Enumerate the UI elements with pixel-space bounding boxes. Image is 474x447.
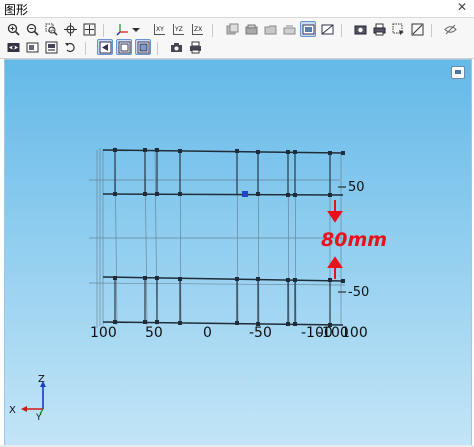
snap-icon[interactable] [410, 22, 425, 37]
printer-icon[interactable] [188, 40, 203, 55]
zoom-in-icon[interactable] [6, 22, 21, 37]
toolbar-separator [431, 24, 432, 37]
svg-text:YZ: YZ [174, 26, 183, 33]
view-xy-icon[interactable]: XY [152, 22, 167, 37]
dimension-label: 80mm [321, 229, 387, 251]
axis-triad-icon[interactable] [115, 22, 130, 37]
graphics-toolbar: XY YZ ZX [0, 18, 474, 59]
display-settings-icon[interactable] [25, 40, 40, 55]
toolbar-separator [341, 24, 342, 37]
zoom-out-icon[interactable] [25, 22, 40, 37]
svg-text:XY: XY [156, 26, 164, 33]
chevron-down-icon[interactable] [131, 22, 141, 37]
folder-icon[interactable] [263, 22, 278, 37]
wireframe-icon[interactable] [116, 39, 132, 55]
view-yz-icon[interactable]: YZ [171, 22, 186, 37]
svg-text:ZX: ZX [194, 26, 202, 33]
display-mode-icon[interactable] [300, 21, 316, 37]
axis-triad: Z X Y [9, 374, 46, 423]
toolbar-separator [103, 24, 104, 37]
zoom-fit-icon[interactable] [82, 22, 97, 37]
camera-icon[interactable] [169, 40, 184, 55]
toolbar-separator [212, 24, 213, 37]
close-icon[interactable]: ✕ [457, 0, 467, 14]
render-icon[interactable] [44, 40, 59, 55]
right-tick-label: 50 [348, 180, 365, 195]
graphics-viewport[interactable]: 50 -50 100 50 0 -50 -100 -100 100 80mm Z… [4, 59, 472, 447]
tray-icon[interactable] [282, 22, 297, 37]
window-title: 图形 [4, 3, 29, 17]
bottom-tick-label: 100 [90, 325, 117, 341]
pan-icon[interactable] [63, 22, 78, 37]
shade-icon[interactable] [97, 39, 113, 55]
svg-text:Y: Y [35, 413, 42, 423]
view-zx-icon[interactable]: ZX [190, 22, 205, 37]
print-icon[interactable] [372, 22, 387, 37]
bottom-tick-label: 100 [341, 325, 368, 341]
zoom-window-icon[interactable] [44, 22, 59, 37]
bottom-tick-label: 50 [145, 325, 163, 341]
svg-text:Z: Z [38, 374, 45, 385]
bottom-tick-label: 0 [203, 325, 212, 341]
save-image-icon[interactable] [353, 22, 368, 37]
svg-text:X: X [9, 405, 16, 416]
select-region-icon[interactable] [391, 22, 406, 37]
bottom-tick-label: -50 [249, 325, 272, 341]
toolbar-separator [85, 42, 86, 55]
title-bar: 图形 ✕ [0, 0, 474, 18]
eye-icon[interactable] [6, 40, 21, 55]
right-tick-label: -50 [348, 285, 369, 300]
layer-icon[interactable] [225, 22, 240, 37]
hide-view-icon[interactable] [320, 22, 335, 37]
eye-off-icon[interactable] [443, 22, 458, 37]
transparent-icon[interactable] [135, 39, 151, 55]
box-icon[interactable] [244, 22, 259, 37]
undo-icon[interactable] [63, 40, 78, 55]
selected-node[interactable] [242, 191, 248, 197]
toolbar-separator [157, 42, 158, 55]
model-canvas: 50 -50 100 50 0 -50 -100 -100 100 80mm Z… [9, 146, 387, 423]
